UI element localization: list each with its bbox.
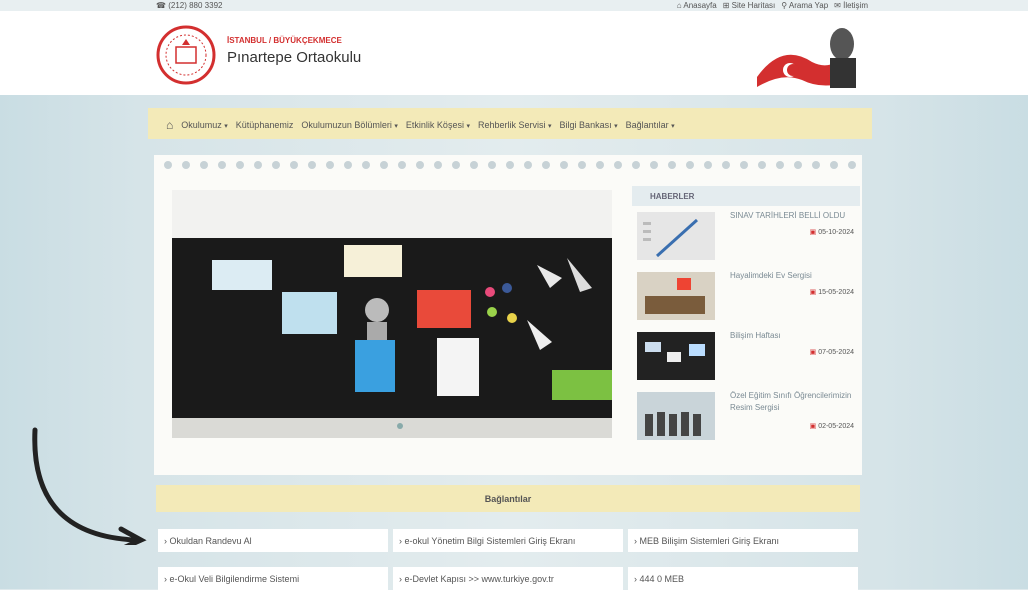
school-name[interactable]: Pınartepe Ortaokulu <box>227 49 361 66</box>
news-date: ▣ 05-10-2024 <box>809 229 854 236</box>
news-date: ▣ 15-05-2024 <box>809 289 854 296</box>
link-edevlet[interactable]: › e-Devlet Kapısı >> www.turkiye.gov.tr <box>393 567 623 590</box>
chevron-right-icon: › <box>164 535 167 546</box>
meb-logo[interactable] <box>156 25 216 85</box>
news-item[interactable]: Bilişim Haftası ▣ 07-05-2024 <box>632 328 860 384</box>
news-thumbnail[interactable] <box>637 392 715 440</box>
news-item[interactable]: SINAV TARİHLERİ BELLİ OLDU ▣ 05-10-2024 <box>632 208 860 264</box>
nav-item-okulumuz[interactable]: Okulumuz ▾ <box>181 120 228 130</box>
contact-link[interactable]: ✉ İletişim <box>834 1 868 10</box>
news-title[interactable]: Hayalimdeki Ev Sergisi <box>730 270 854 282</box>
calendar-icon: ▣ <box>809 289 817 296</box>
news-thumbnail[interactable] <box>637 212 715 260</box>
news-header: HABERLER <box>632 186 860 206</box>
nav-item-bilgi-bankasi[interactable]: Bilgi Bankası ▾ <box>560 120 618 130</box>
nav-item-etkinlik[interactable]: Etkinlik Köşesi ▾ <box>406 120 470 130</box>
calendar-icon: ▣ <box>809 349 817 356</box>
link-eokul-yonetim[interactable]: › e-okul Yönetim Bilgi Sistemleri Giriş … <box>393 529 623 552</box>
mail-icon: ✉ <box>834 1 841 10</box>
chevron-right-icon: › <box>399 573 402 584</box>
site-header <box>0 11 1028 95</box>
link-eokul-veli[interactable]: › e-Okul Veli Bilgilendirme Sistemi <box>158 567 388 590</box>
news-thumbnail[interactable] <box>637 272 715 320</box>
news-title[interactable]: Bilişim Haftası <box>730 330 854 342</box>
nav-item-bolumler[interactable]: Okulumuzun Bölümleri ▾ <box>301 120 398 130</box>
home-link[interactable]: ⌂ Anasayfa <box>677 1 717 10</box>
image-slider[interactable] <box>172 190 612 438</box>
chevron-right-icon: › <box>164 573 167 584</box>
phone-icon: ☎ <box>156 1 166 10</box>
news-item[interactable]: Hayalimdeki Ev Sergisi ▣ 15-05-2024 <box>632 268 860 324</box>
news-item[interactable]: Özel Eğitim Sınıfı Öğrencilerimizin Resi… <box>632 388 860 444</box>
chevron-right-icon: › <box>399 535 402 546</box>
home-icon: ⌂ <box>676 1 682 10</box>
calendar-icon: ▣ <box>809 423 817 430</box>
search-icon: ⚲ <box>781 1 788 10</box>
calendar-icon: ▣ <box>809 229 817 236</box>
news-panel: HABERLER SINAV TARİHLERİ BELLİ OLDU ▣ 05-… <box>632 186 860 446</box>
city-label: İSTANBUL / BÜYÜKÇEKMECE <box>227 36 342 45</box>
main-nav: ⌂ Okulumuz ▾ Kütüphanemiz Okulumuzun Böl… <box>148 108 872 139</box>
slider-photo <box>172 190 612 438</box>
slider-dot[interactable] <box>397 423 403 429</box>
flag-ataturk-image <box>757 28 856 88</box>
chevron-right-icon: › <box>634 573 637 584</box>
news-thumbnail[interactable] <box>637 332 715 380</box>
top-bar: ☎ (212) 880 3392 ⌂ Anasayfa ⊞ Site Harit… <box>0 0 1028 11</box>
notebook-spiral <box>164 161 856 169</box>
top-links: ⌂ Anasayfa ⊞ Site Haritası ⚲ Arama Yap ✉… <box>677 1 868 10</box>
phone-contact[interactable]: ☎ (212) 880 3392 <box>156 1 222 10</box>
chevron-right-icon: › <box>634 535 637 546</box>
nav-item-kutuphanemiz[interactable]: Kütüphanemiz <box>236 120 294 130</box>
nav-item-baglantilar[interactable]: Bağlantılar ▾ <box>626 120 675 130</box>
news-date: ▣ 07-05-2024 <box>809 349 854 356</box>
search-link[interactable]: ⚲ Arama Yap <box>781 1 828 10</box>
sitemap-icon: ⊞ <box>722 1 730 10</box>
news-title[interactable]: Özel Eğitim Sınıfı Öğrencilerimizin Resi… <box>730 390 854 414</box>
links-title: Bağlantılar <box>484 494 532 504</box>
sitemap-link[interactable]: ⊞ Site Haritası <box>723 1 776 10</box>
news-date: ▣ 02-05-2024 <box>809 423 854 430</box>
nav-item-rehberlik[interactable]: Rehberlik Servisi ▾ <box>478 120 552 130</box>
link-444-meb[interactable]: › 444 0 MEB <box>628 567 858 590</box>
annotation-arrow <box>32 427 147 545</box>
home-icon[interactable]: ⌂ <box>166 118 173 132</box>
news-title[interactable]: SINAV TARİHLERİ BELLİ OLDU <box>730 210 854 222</box>
link-meb-bilisim[interactable]: › MEB Bilişim Sistemleri Giriş Ekranı <box>628 529 858 552</box>
links-header: Bağlantılar <box>156 485 860 512</box>
link-appointment[interactable]: › Okuldan Randevu Al <box>158 529 388 552</box>
